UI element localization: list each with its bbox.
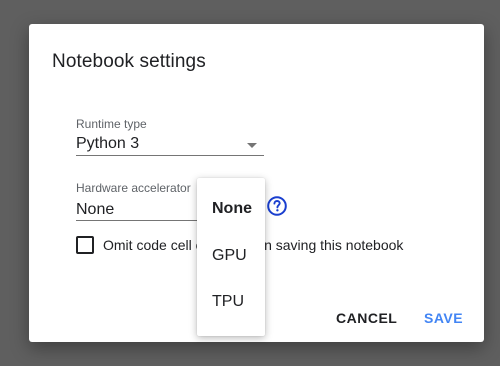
hardware-accelerator-label: Hardware accelerator [76,181,191,195]
cancel-button[interactable]: CANCEL [336,310,397,326]
help-icon[interactable] [267,196,287,216]
runtime-dropdown-icon[interactable] [247,143,257,148]
runtime-type-value[interactable]: Python 3 [76,135,139,153]
menu-option-tpu[interactable]: TPU [197,280,265,324]
menu-option-none[interactable]: None [197,187,265,231]
runtime-type-label: Runtime type [76,117,147,131]
save-button[interactable]: SAVE [424,310,463,326]
runtime-type-underline [76,155,264,156]
dialog-title: Notebook settings [52,51,206,72]
menu-option-gpu[interactable]: GPU [197,234,265,278]
accelerator-options-menu: None GPU TPU [197,178,265,336]
hardware-accelerator-value[interactable]: None [76,201,114,219]
omit-output-checkbox[interactable] [76,236,94,254]
